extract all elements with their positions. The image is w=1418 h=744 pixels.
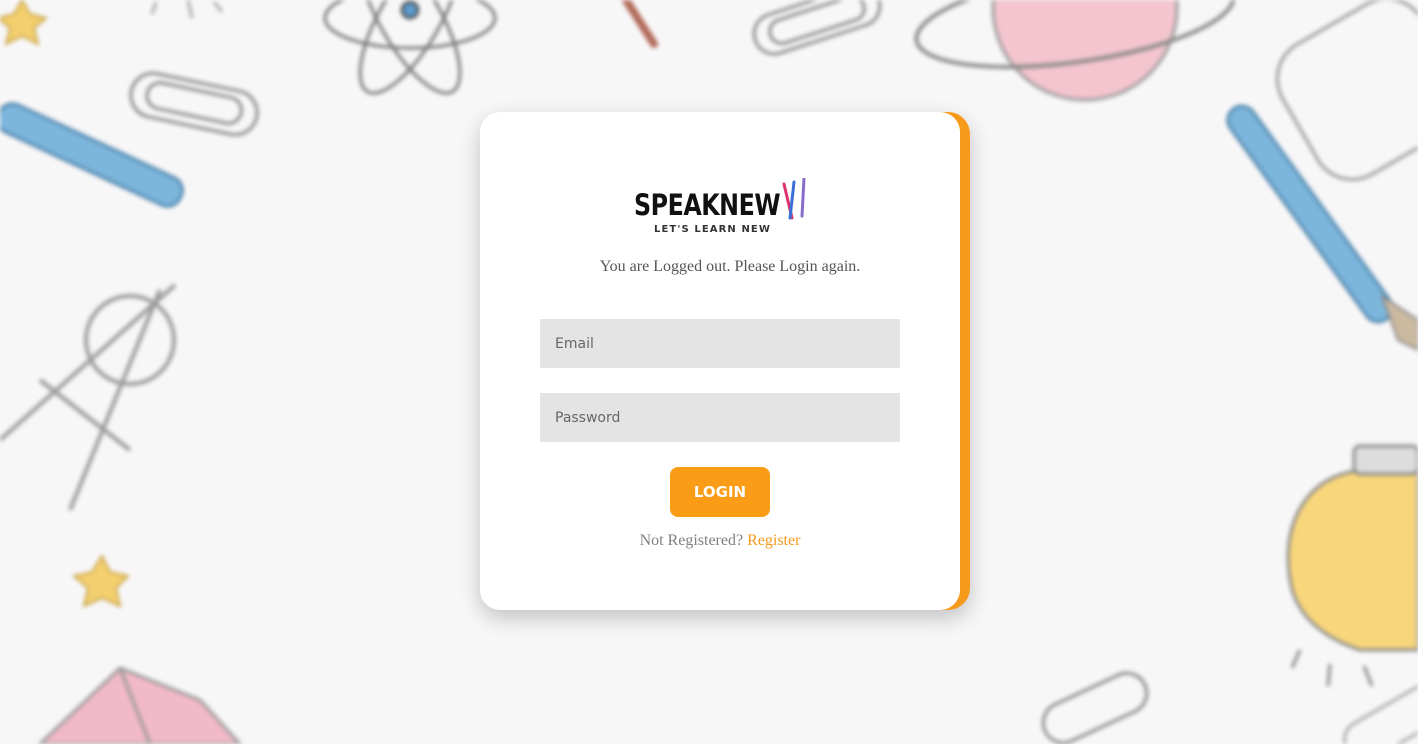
pencil-icon (622, 0, 658, 48)
compass-icon (0, 283, 177, 511)
logged-out-message: You are Logged out. Please Login again. (599, 258, 861, 275)
brand-name: SPEAKNEW (634, 188, 781, 222)
atom-icon (323, 0, 497, 95)
planet-icon (914, 0, 1236, 102)
pencil-outline-icon (1343, 677, 1418, 744)
book-icon (37, 666, 243, 744)
brand-tagline: LET'S LEARN NEW (654, 224, 771, 235)
lightbulb-icon (1286, 444, 1418, 687)
register-link[interactable]: Register (747, 532, 800, 549)
register-prompt: Not Registered? (639, 532, 744, 549)
register-line: Not Registered? Register (480, 532, 960, 550)
login-button[interactable]: LOGIN (670, 467, 770, 517)
email-field[interactable] (540, 319, 900, 368)
pen-icon (0, 102, 184, 208)
star-icon (71, 553, 130, 608)
sparkle-lines (150, 0, 224, 19)
pens-icon (782, 178, 806, 220)
paintbrush-icon (1226, 104, 1418, 352)
password-field[interactable] (540, 393, 900, 442)
brand-logo: SPEAKNEW LET'S LEARN NEW (634, 178, 810, 238)
login-card: SPEAKNEW LET'S LEARN NEW You are Logged … (480, 112, 970, 610)
star-icon (0, 0, 49, 46)
login-card-body: SPEAKNEW LET'S LEARN NEW You are Logged … (480, 112, 960, 610)
